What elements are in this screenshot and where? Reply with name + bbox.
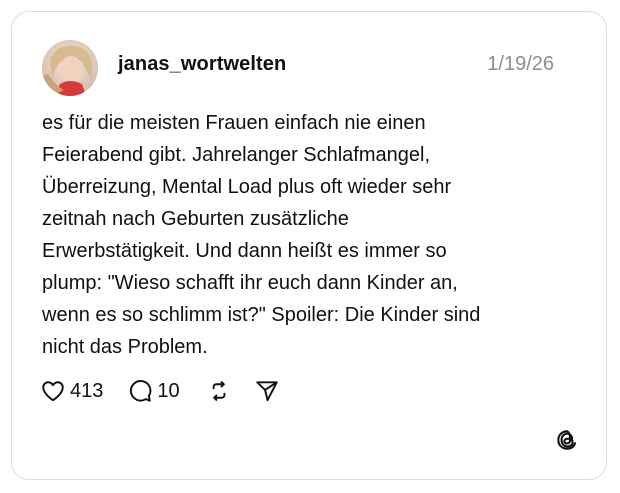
repost-icon	[212, 381, 226, 401]
post-text-line: Überreizung, Mental Load plus oft wieder…	[42, 176, 452, 198]
post-card: janas_wortwelten 1/19/26 es für die meis…	[11, 11, 607, 480]
profile-photo-icon	[42, 40, 98, 96]
post-text-line: nicht das Problem.	[42, 336, 208, 358]
post-text-line: es für die meisten Frauen einfach nie ei…	[42, 112, 426, 134]
reply-button[interactable]: 10	[127, 378, 180, 404]
threads-logo-icon	[554, 427, 580, 453]
post-text-line: Feierabend gibt. Jahrelanger Schlafmange…	[42, 144, 431, 166]
post-text-line: Erwerbstätigkeit. Und dann heißt es imme…	[42, 240, 447, 262]
post-text-line: wenn es so schlimm ist?" Spoiler: Die Ki…	[42, 304, 481, 326]
post-text-line: zeitnah nach Geburten zusätzliche	[42, 208, 349, 230]
action-bar: 413 10	[40, 376, 280, 406]
reply-bubble-icon	[130, 380, 152, 402]
username[interactable]: janas_wortwelten	[118, 52, 286, 76]
post-text: es für die meisten Frauen einfach nie ei…	[42, 107, 562, 363]
heart-icon	[42, 381, 64, 402]
like-count: 413	[70, 380, 104, 402]
timestamp: 1/19/26	[487, 53, 554, 75]
avatar[interactable]	[42, 40, 98, 96]
share-button[interactable]	[254, 378, 280, 404]
reply-count: 10	[157, 380, 180, 402]
post-text-line: plump: "Wieso schafft ihr euch dann Kind…	[42, 272, 458, 294]
share-send-icon	[255, 381, 278, 402]
repost-button[interactable]	[206, 378, 232, 404]
like-button[interactable]: 413	[40, 378, 103, 404]
